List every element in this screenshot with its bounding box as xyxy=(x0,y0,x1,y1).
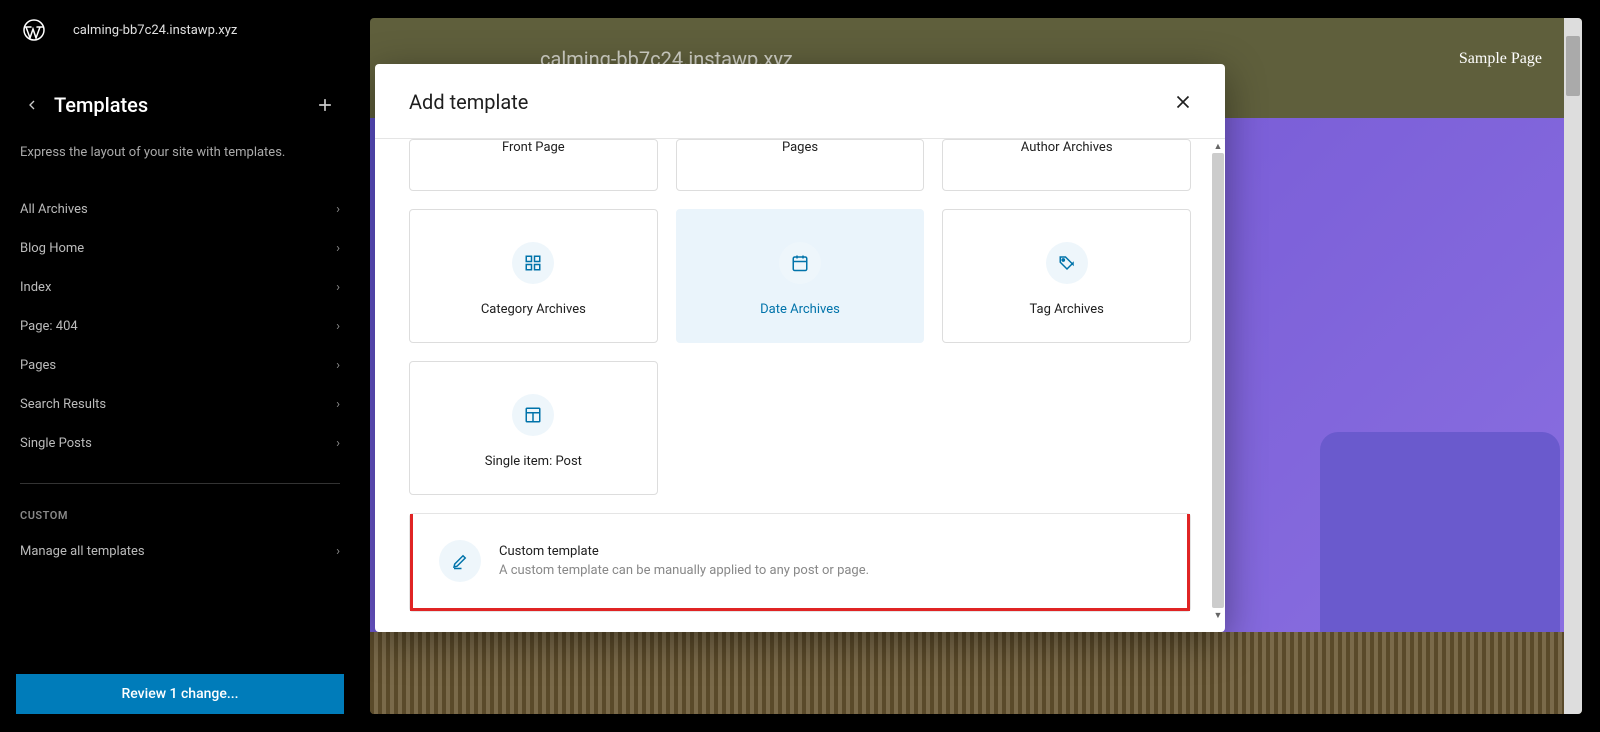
scrollbar-thumb[interactable] xyxy=(1212,153,1224,608)
grid-icon xyxy=(512,242,554,284)
template-card-label: Author Archives xyxy=(1021,140,1113,155)
scroll-down-icon[interactable]: ▼ xyxy=(1211,608,1225,622)
template-grid: Front Page Pages Author Archives Categor… xyxy=(409,139,1191,495)
template-card-tag-archives[interactable]: Tag Archives xyxy=(942,209,1191,343)
template-card-category-archives[interactable]: Category Archives xyxy=(409,209,658,343)
template-card-label: Single item: Post xyxy=(485,454,582,469)
template-card-author-archives[interactable]: Author Archives xyxy=(942,139,1191,191)
layout-icon xyxy=(512,394,554,436)
template-card-label: Pages xyxy=(782,140,818,155)
template-card-label: Tag Archives xyxy=(1029,302,1103,317)
modal-header: Add template xyxy=(375,64,1225,139)
calendar-icon xyxy=(779,242,821,284)
custom-template-description: A custom template can be manually applie… xyxy=(499,563,869,578)
template-card-single-post[interactable]: Single item: Post xyxy=(409,361,658,495)
pencil-icon xyxy=(439,540,481,582)
modal-body: Front Page Pages Author Archives Categor… xyxy=(375,139,1225,632)
modal-title: Add template xyxy=(409,90,528,114)
close-button[interactable] xyxy=(1169,88,1197,116)
template-card-label: Category Archives xyxy=(481,302,586,317)
custom-template-text: Custom template A custom template can be… xyxy=(499,544,869,578)
custom-template-button[interactable]: Custom template A custom template can be… xyxy=(410,514,1190,611)
template-card-label: Front Page xyxy=(502,140,565,155)
modal-scrollbar[interactable]: ▲ ▼ xyxy=(1211,139,1225,622)
scroll-up-icon[interactable]: ▲ xyxy=(1211,139,1225,153)
tag-icon xyxy=(1046,242,1088,284)
custom-template-title: Custom template xyxy=(499,544,869,559)
modal-overlay: Add template Front Page Pages Author Arc… xyxy=(0,0,1600,732)
add-template-modal: Add template Front Page Pages Author Arc… xyxy=(375,64,1225,632)
template-card-pages[interactable]: Pages xyxy=(676,139,925,191)
template-card-date-archives[interactable]: Date Archives xyxy=(676,209,925,343)
template-card-front-page[interactable]: Front Page xyxy=(409,139,658,191)
custom-template-row: Custom template A custom template can be… xyxy=(409,513,1191,612)
template-card-label: Date Archives xyxy=(760,302,840,317)
